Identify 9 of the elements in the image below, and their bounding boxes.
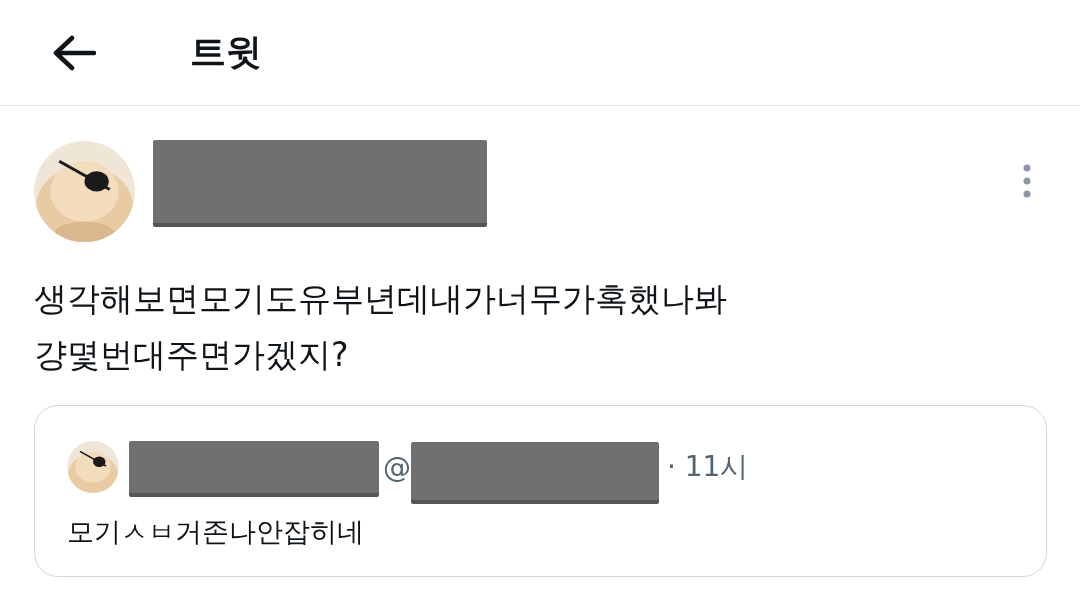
handle-prefix: @ [383, 450, 411, 484]
page-title: 트윗 [190, 30, 262, 74]
back-icon[interactable] [52, 34, 96, 71]
tweet-text: 걍몇번대주면가겠지? [34, 334, 350, 376]
quote-text: 모기ㅅㅂ거존나안잡히네 [67, 515, 365, 549]
more-icon[interactable] [1023, 164, 1031, 198]
quote-time: · 11시 [667, 449, 749, 485]
quote-card[interactable]: @ · 11시 모기ㅅㅂ거존나안잡히네 [34, 405, 1047, 577]
tweet-text: 생각해보면모기도유부년데내가너무가혹했나봐 [34, 278, 728, 320]
